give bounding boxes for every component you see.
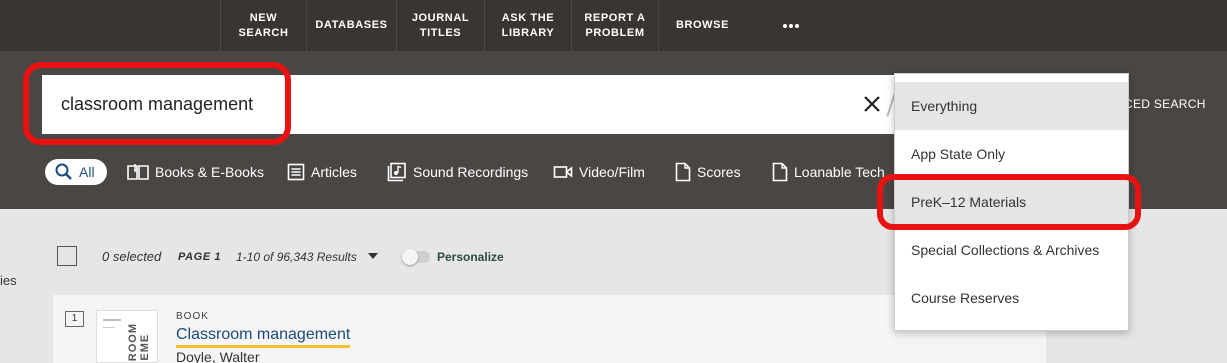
nav-browse[interactable]: BROWSE <box>658 0 746 51</box>
scope-option-app-state-only[interactable]: App State Only <box>895 130 1128 178</box>
music-icon <box>387 162 406 182</box>
option-highlight-annotation <box>877 174 1141 230</box>
result-type: BOOK <box>176 311 209 322</box>
nav-ask-the-library[interactable]: ASK THE LIBRARY <box>484 0 571 51</box>
filter-articles[interactable]: Articles <box>287 159 357 185</box>
scope-option-special-collections[interactable]: Special Collections & Archives <box>895 226 1128 274</box>
article-icon <box>287 163 305 181</box>
filter-all[interactable]: All <box>45 159 107 185</box>
result-title-link[interactable]: Classroom management <box>176 326 351 348</box>
filter-articles-label: Articles <box>311 164 357 180</box>
nav-report-a-problem[interactable]: REPORT A PROBLEM <box>571 0 658 51</box>
nav-browse-label: BROWSE <box>675 19 730 31</box>
score-icon <box>675 162 691 182</box>
more-dots-icon <box>783 23 799 28</box>
nav-journal-titles-label: JOURNAL TITLES <box>411 11 470 39</box>
nav-journal-titles[interactable]: JOURNAL TITLES <box>396 0 484 51</box>
filter-sound-recordings[interactable]: Sound Recordings <box>387 159 528 185</box>
nav-databases[interactable]: DATABASES <box>306 0 396 51</box>
filter-video-film[interactable]: Video/Film <box>553 159 645 185</box>
filter-books[interactable]: Books & E-Books <box>127 159 264 185</box>
clear-icon[interactable] <box>861 93 883 115</box>
document-icon <box>772 162 788 182</box>
page-indicator: PAGE 1 <box>178 251 222 263</box>
chevron-down-icon[interactable] <box>368 253 378 259</box>
filter-sound-recordings-label: Sound Recordings <box>413 164 529 180</box>
nav-ask-the-library-label: ASK THE LIBRARY <box>501 11 555 39</box>
filter-books-label: Books & E-Books <box>155 164 264 180</box>
selected-count: 0 selected <box>102 249 162 264</box>
scope-option-course-reserves[interactable]: Course Reserves <box>895 274 1128 322</box>
filter-loanable-tech[interactable]: Loanable Tech <box>772 159 885 185</box>
select-all-checkbox[interactable] <box>57 246 77 266</box>
filter-scores[interactable]: Scores <box>675 159 741 185</box>
book-icon <box>127 164 149 180</box>
filter-scores-label: Scores <box>697 164 741 180</box>
nav-new-search-label: NEW SEARCH <box>238 11 289 39</box>
filter-all-label: All <box>79 164 95 180</box>
advanced-search-link[interactable]: CED SEARCH <box>1124 97 1206 111</box>
result-author: Doyle, Walter <box>176 349 260 363</box>
personalize-label: Personalize <box>437 250 504 264</box>
book-cover-thumbnail[interactable]: RROOM GEME <box>96 310 158 363</box>
scope-option-everything[interactable]: Everything <box>895 82 1128 130</box>
top-navigation: NEW SEARCH DATABASES JOURNAL TITLES ASK … <box>0 0 1227 51</box>
nav-new-search[interactable]: NEW SEARCH <box>220 0 306 51</box>
nav-databases-label: DATABASES <box>315 19 388 31</box>
search-highlight-annotation <box>23 62 291 145</box>
cover-line <box>103 319 121 321</box>
cover-text: RROOM GEME <box>127 323 151 363</box>
nav-more-button[interactable] <box>746 0 836 51</box>
results-count: 1-10 of 96,343 Results <box>236 250 357 264</box>
cover-line <box>103 327 115 328</box>
search-icon <box>55 163 72 180</box>
video-icon <box>553 166 573 178</box>
result-number: 1 <box>65 311 84 327</box>
filter-video-film-label: Video/Film <box>579 164 645 180</box>
nav-report-a-problem-label: REPORT A PROBLEM <box>584 11 646 39</box>
personalize-toggle-knob[interactable] <box>402 249 418 265</box>
sidebar-facet-label: ies <box>0 273 17 288</box>
filter-loanable-tech-label: Loanable Tech <box>794 164 885 180</box>
